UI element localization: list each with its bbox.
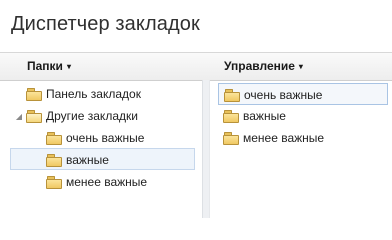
list-item-label: важные bbox=[243, 109, 286, 123]
folder-icon bbox=[223, 131, 239, 145]
folder-icon bbox=[26, 87, 42, 101]
chevron-down-icon: ▾ bbox=[298, 62, 303, 71]
tree-item-important[interactable]: важные bbox=[10, 148, 195, 170]
list-item-label: очень важные bbox=[244, 88, 323, 102]
folders-menu-label: Папки bbox=[27, 59, 63, 73]
tree-item-bookmarks-bar[interactable]: Панель закладок bbox=[26, 83, 141, 105]
folder-open-icon bbox=[26, 109, 42, 123]
pane-splitter[interactable] bbox=[202, 80, 210, 218]
chevron-down-icon: ▾ bbox=[66, 62, 71, 71]
list-item-label: менее важные bbox=[243, 131, 325, 145]
tree-item-very-important[interactable]: очень важные bbox=[46, 127, 144, 149]
tree-item-label: менее важные bbox=[66, 175, 148, 189]
tree-item-label: Другие закладки bbox=[46, 109, 138, 123]
list-item-important[interactable]: важные bbox=[223, 105, 286, 127]
folders-menu-button[interactable]: Папки ▾ bbox=[27, 53, 71, 80]
manage-menu-label: Управление bbox=[224, 59, 295, 73]
tree-item-label: очень важные bbox=[66, 131, 145, 145]
tree-item-less-important[interactable]: менее важные bbox=[46, 171, 147, 193]
list-item-very-important[interactable]: очень важные bbox=[218, 83, 388, 105]
folder-icon bbox=[223, 109, 239, 123]
tree-item-other-bookmarks[interactable]: Другие закладки bbox=[26, 105, 138, 127]
manage-menu-button[interactable]: Управление ▾ bbox=[224, 53, 303, 80]
toolbar: Папки ▾ Управление ▾ bbox=[0, 52, 392, 81]
page-title: Диспетчер закладок bbox=[11, 13, 200, 35]
tree-item-label: Панель закладок bbox=[46, 87, 141, 101]
folder-icon bbox=[46, 175, 62, 189]
list-item-less-important[interactable]: менее важные bbox=[223, 127, 324, 149]
folder-icon bbox=[46, 153, 62, 167]
folder-icon bbox=[46, 131, 62, 145]
folder-icon bbox=[224, 88, 240, 102]
expand-arrow-icon[interactable]: ◢ bbox=[14, 112, 24, 122]
tree-item-label: важные bbox=[66, 153, 109, 167]
